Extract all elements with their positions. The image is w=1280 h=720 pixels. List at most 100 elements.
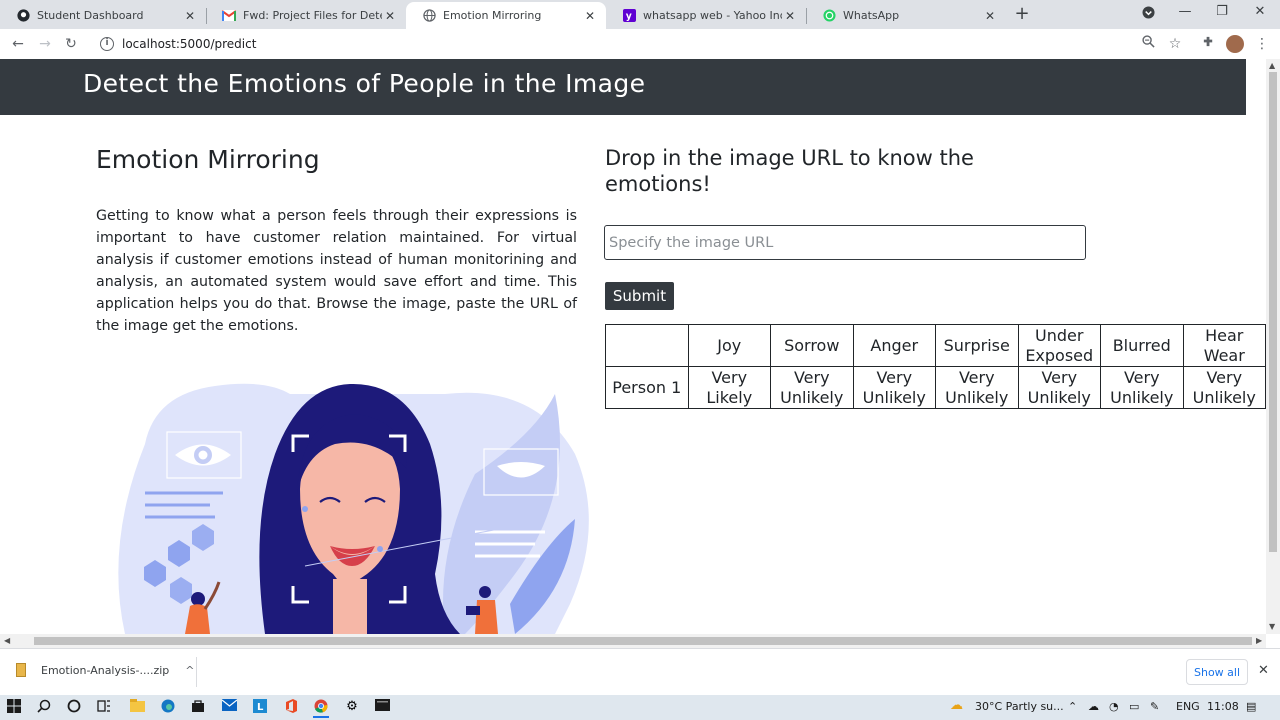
table-cell: Very Likely <box>687 366 771 409</box>
tab-title: Student Dashboard <box>37 9 144 22</box>
row-label: Person 1 <box>605 366 689 409</box>
notification-icon[interactable]: ▤ <box>1246 700 1256 713</box>
edge-icon[interactable] <box>160 699 176 715</box>
show-all-button[interactable]: Show all <box>1186 659 1248 685</box>
table-header <box>605 324 689 367</box>
chevron-up-icon[interactable]: ^ <box>185 664 194 677</box>
app-l-icon[interactable]: L <box>252 699 268 715</box>
globe-icon <box>422 9 436 23</box>
tab-title: WhatsApp <box>843 9 900 22</box>
windows-start-icon[interactable] <box>6 699 22 715</box>
tab-emotion-mirroring[interactable]: Emotion Mirroring ✕ <box>406 2 606 29</box>
close-icon[interactable]: ✕ <box>582 9 598 23</box>
store-icon[interactable] <box>190 699 206 715</box>
back-icon[interactable]: ← <box>8 34 28 54</box>
weather-text[interactable]: 30°C Partly su... <box>975 700 1064 713</box>
tab-yahoo[interactable]: y whatsapp web - Yahoo India Sear ✕ <box>606 2 806 29</box>
submit-button[interactable]: Submit <box>605 282 674 310</box>
horizontal-scrollbar[interactable]: ◀ ▶ <box>0 634 1266 648</box>
window-close-icon[interactable]: ✕ <box>1249 4 1271 19</box>
emotion-results-table: Joy Sorrow Anger Surprise Under Exposed … <box>605 324 1266 409</box>
table-header: Hear Wear <box>1182 324 1266 367</box>
zip-file-icon <box>16 663 26 677</box>
face-recognition-illustration <box>118 383 589 634</box>
close-icon[interactable]: ✕ <box>982 9 998 23</box>
image-url-input[interactable] <box>604 225 1086 260</box>
tab-gmail[interactable]: Fwd: Project Files for Detect face ✕ <box>206 2 406 29</box>
close-icon[interactable]: ✕ <box>1258 663 1269 678</box>
avatar[interactable] <box>1226 35 1244 53</box>
table-header: Surprise <box>935 324 1019 367</box>
close-icon[interactable]: ✕ <box>382 9 398 23</box>
svg-text:y: y <box>625 11 631 22</box>
menu-icon[interactable]: ⋮ <box>1252 34 1272 54</box>
clock[interactable]: 11:08 <box>1207 700 1239 713</box>
terminal-icon[interactable] <box>374 699 390 715</box>
mail-icon[interactable] <box>221 699 237 715</box>
gmail-icon <box>222 9 236 23</box>
chrome-icon[interactable] <box>313 699 329 718</box>
office-icon[interactable] <box>283 699 299 715</box>
vertical-scrollbar[interactable]: ▲ ▼ <box>1266 59 1280 634</box>
zoom-icon[interactable] <box>1138 34 1158 54</box>
url-text: localhost:5000/predict <box>122 37 257 51</box>
task-view-icon[interactable] <box>96 699 112 715</box>
table-header: Joy <box>687 324 771 367</box>
tab-title: Emotion Mirroring <box>443 9 542 22</box>
table-header: Anger <box>852 324 936 367</box>
table-cell: Very Unlikely <box>852 366 936 409</box>
onedrive-icon[interactable]: ☁ <box>1088 700 1099 713</box>
wifi-icon[interactable]: ◔ <box>1109 700 1119 713</box>
weather-icon: ☁ <box>950 698 963 713</box>
app-title: Emotion Mirroring <box>96 145 320 174</box>
close-icon[interactable]: ✕ <box>182 9 198 23</box>
close-icon[interactable]: ✕ <box>782 9 798 23</box>
github-icon <box>16 9 30 23</box>
table-header: Blurred <box>1100 324 1184 367</box>
new-tab-icon[interactable]: + <box>1012 5 1032 23</box>
language-indicator[interactable]: ENG <box>1176 700 1200 713</box>
taskbar: L ⚙ ☁ 30°C Partly su... ⌃ ☁ ◔ ▭ ✎ ENG 11… <box>0 695 1280 720</box>
tab-whatsapp[interactable]: WhatsApp ✕ <box>806 2 1006 29</box>
chevron-up-icon[interactable]: ⌃ <box>1068 700 1077 713</box>
table-header: Under Exposed <box>1017 324 1101 367</box>
battery-icon[interactable]: ▭ <box>1129 700 1139 713</box>
yahoo-icon: y <box>622 9 636 23</box>
cortana-icon[interactable] <box>66 699 82 715</box>
file-explorer-icon[interactable] <box>129 699 145 715</box>
browser-toolbar: ← → ↻ i localhost:5000/predict ☆ ⋮ <box>0 29 1280 59</box>
page-title: Detect the Emotions of People in the Ima… <box>83 69 646 98</box>
maximize-icon[interactable]: ❐ <box>1211 4 1233 19</box>
table-cell: Very Unlikely <box>1100 366 1184 409</box>
settings-gear-icon[interactable]: ⚙ <box>344 699 360 715</box>
tab-title: whatsapp web - Yahoo India Sear <box>643 9 782 22</box>
svg-text:L: L <box>257 702 264 713</box>
tab-search-icon[interactable] <box>1137 6 1159 23</box>
whatsapp-icon <box>822 9 836 23</box>
address-bar[interactable]: i localhost:5000/predict <box>92 32 1192 56</box>
tab-strip: Student Dashboard ✕ Fwd: Project Files f… <box>0 0 1280 29</box>
download-bar: Emotion-Analysis-....zip ^ Show all ✕ <box>0 648 1280 695</box>
header-banner: Detect the Emotions of People in the Ima… <box>0 59 1246 115</box>
reload-icon[interactable]: ↻ <box>61 34 81 54</box>
table-cell: Very Unlikely <box>935 366 1019 409</box>
search-icon[interactable] <box>36 699 52 715</box>
site-info-icon[interactable]: i <box>100 37 114 51</box>
table-header: Sorrow <box>770 324 854 367</box>
table-cell: Very Unlikely <box>1182 366 1266 409</box>
page-viewport: Detect the Emotions of People in the Ima… <box>0 59 1266 634</box>
table-row: Person 1 Very Likely Very Unlikely Very … <box>605 366 1266 409</box>
table-cell: Very Unlikely <box>1017 366 1101 409</box>
forward-icon[interactable]: → <box>35 34 55 54</box>
extensions-icon[interactable] <box>1198 34 1218 54</box>
pen-icon[interactable]: ✎ <box>1150 700 1159 713</box>
table-cell: Very Unlikely <box>770 366 854 409</box>
app-description: Getting to know what a person feels thro… <box>96 208 577 334</box>
download-item[interactable]: Emotion-Analysis-....zip ^ <box>16 663 195 677</box>
tab-student-dashboard[interactable]: Student Dashboard ✕ <box>0 2 206 29</box>
bookmark-star-icon[interactable]: ☆ <box>1165 34 1185 54</box>
url-prompt: Drop in the image URL to know the emotio… <box>605 146 974 196</box>
download-filename: Emotion-Analysis-....zip <box>41 663 170 677</box>
tab-title: Fwd: Project Files for Detect face <box>243 9 382 22</box>
minimize-icon[interactable]: — <box>1174 4 1196 19</box>
